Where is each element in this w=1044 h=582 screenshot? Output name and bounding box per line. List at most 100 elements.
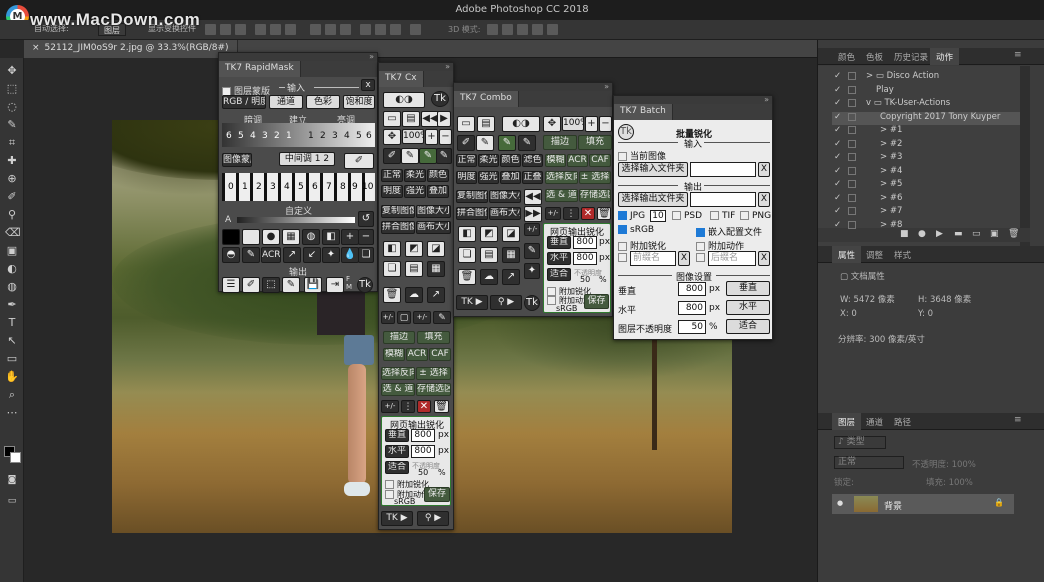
layer-row[interactable]: ● 背景 🔒 bbox=[832, 494, 1014, 514]
action-row[interactable]: ✓ v ▭ TK-User-Actions bbox=[832, 98, 1020, 111]
combo-dots-icon[interactable]: ⋮ bbox=[563, 207, 579, 220]
tone-btn-dark-1[interactable]: 1 bbox=[286, 131, 292, 141]
align-left-icon[interactable] bbox=[255, 24, 266, 35]
zone-9[interactable]: 9 bbox=[352, 182, 358, 192]
clear-suffix-button[interactable]: X bbox=[758, 251, 770, 266]
combo-person-button[interactable]: ⚲ ▶ bbox=[490, 295, 522, 310]
combo-save-selection[interactable]: 存储选区 bbox=[579, 189, 611, 202]
tab-close-icon[interactable]: × bbox=[32, 43, 40, 53]
cx-plusminus[interactable]: +/- bbox=[381, 311, 395, 324]
combo-acr[interactable]: ACR bbox=[567, 154, 588, 167]
cx-overlay[interactable]: 叠加 bbox=[427, 185, 449, 198]
combo-layer-c-icon[interactable]: ◪ bbox=[502, 226, 520, 242]
action-row[interactable]: ✓ > #8 bbox=[832, 220, 1020, 233]
cx-brush-black-icon[interactable]: ✐ bbox=[383, 148, 401, 164]
combo-brush-black-icon[interactable]: ✐ bbox=[457, 135, 475, 151]
drop-icon[interactable]: 💧 bbox=[341, 247, 359, 263]
rapidmask-grip[interactable]: » bbox=[219, 52, 377, 61]
batch-close-icon[interactable]: » bbox=[764, 95, 769, 104]
cx-tk-logo-icon[interactable]: Tk bbox=[431, 91, 449, 107]
combo-filter[interactable]: 滤色 bbox=[522, 154, 543, 167]
cx-opacity-value[interactable]: 50 bbox=[418, 468, 428, 477]
combo-layer-d-icon[interactable]: ❏ bbox=[458, 247, 476, 263]
cx-trash-2-icon[interactable]: 🗑 bbox=[434, 400, 449, 413]
save-icon[interactable]: 💾 bbox=[304, 277, 322, 293]
combo-fit-icon[interactable]: ✥ bbox=[543, 116, 561, 132]
zone-6[interactable]: 6 bbox=[312, 182, 318, 192]
combo-multiply[interactable]: 正叠 bbox=[522, 171, 543, 184]
tab-paths[interactable]: 路径 bbox=[888, 413, 917, 430]
combo-zoom-in-icon[interactable]: + bbox=[585, 116, 598, 132]
tab-color[interactable]: 颜色 bbox=[832, 48, 861, 65]
cx-copy-image[interactable]: 复制图像 bbox=[381, 205, 415, 218]
combo-layer-a-icon[interactable]: ◧ bbox=[458, 226, 476, 242]
marquee-tool-icon[interactable]: ⬚ bbox=[5, 82, 19, 96]
3d-pan-icon[interactable] bbox=[517, 24, 528, 35]
menu-icon[interactable]: ☰ bbox=[222, 277, 240, 293]
combo-next-icon[interactable]: ▶▶ bbox=[524, 206, 542, 222]
eye-mask-icon[interactable]: ◓ bbox=[222, 247, 240, 263]
export-icon[interactable]: ⇥ bbox=[326, 277, 344, 293]
suffix-checkbox[interactable] bbox=[696, 253, 705, 262]
combo-pm-select[interactable]: ± 选择 bbox=[579, 171, 611, 184]
align-middle-icon[interactable] bbox=[220, 24, 231, 35]
combo-layer-b-icon[interactable]: ◩ bbox=[480, 226, 498, 242]
layer-kind-filter[interactable]: ♪ 类型 bbox=[834, 436, 886, 449]
zone-7[interactable]: 7 bbox=[326, 182, 332, 192]
combo-trash-2-icon[interactable]: 🗑 bbox=[458, 269, 476, 285]
distribute-bottom-icon[interactable] bbox=[340, 24, 351, 35]
zoom-tool-icon[interactable]: ⋯ bbox=[5, 406, 19, 420]
tone-btn-dark-2[interactable]: 2 bbox=[274, 131, 280, 141]
embed-profile-checkbox[interactable] bbox=[696, 228, 705, 237]
combo-folder-icon[interactable]: ▭ bbox=[457, 116, 475, 132]
tab-properties[interactable]: 属性 bbox=[832, 246, 862, 263]
combo-dodge-icon[interactable]: ↗ bbox=[502, 269, 520, 285]
zone-10[interactable]: 10 bbox=[362, 182, 373, 192]
rm-close-x[interactable]: x bbox=[361, 79, 375, 91]
brush-tool-icon[interactable]: ✐ bbox=[5, 190, 19, 204]
overlay-icon[interactable]: ◍ bbox=[302, 229, 320, 245]
action-dialog-toggle[interactable] bbox=[848, 112, 856, 121]
tone-btn-light-3[interactable]: 3 bbox=[332, 131, 338, 141]
3d-scale-icon[interactable] bbox=[547, 24, 558, 35]
cx-tk-button[interactable]: TK ▶ bbox=[381, 511, 413, 526]
combo-blur[interactable]: 模糊 bbox=[545, 154, 566, 167]
zone-4[interactable]: 4 bbox=[284, 182, 290, 192]
cx-blur[interactable]: 模糊 bbox=[383, 348, 405, 361]
combo-contrast-icon[interactable]: ◐◑ bbox=[502, 116, 540, 132]
tone-btn-dark-5[interactable]: 5 bbox=[238, 131, 244, 141]
brush-white-icon[interactable]: ✎ bbox=[282, 277, 300, 293]
layers-icon[interactable]: ❏ bbox=[358, 247, 374, 263]
cx-brush-white-icon[interactable]: ✎ bbox=[401, 148, 419, 164]
combo-tab[interactable]: TK7 Combo bbox=[454, 91, 519, 107]
cx-contrast-icon[interactable]: ◐◑ bbox=[383, 92, 425, 108]
cx-zoom-out-icon[interactable]: − bbox=[439, 129, 452, 145]
cx-brightness[interactable]: 明度 bbox=[381, 185, 403, 198]
lasso-tool-icon[interactable]: ◌ bbox=[5, 100, 19, 114]
grid-icon[interactable]: ▦ bbox=[282, 229, 300, 245]
combo-brush-white-icon[interactable]: ✎ bbox=[476, 135, 494, 151]
cx-horizontal-input[interactable]: 800 bbox=[411, 445, 435, 458]
cx-wand-icon[interactable]: ✎ bbox=[433, 311, 451, 324]
cx-caf[interactable]: CAF bbox=[429, 348, 451, 361]
screen-mode-icon[interactable]: ▭ bbox=[5, 494, 19, 508]
transparency-icon[interactable]: ◧ bbox=[322, 229, 340, 245]
gradient-tool-icon[interactable]: ◐ bbox=[5, 262, 19, 276]
combo-wand-icon[interactable]: ✦ bbox=[524, 263, 540, 279]
midtone-3[interactable]: 3 bbox=[329, 157, 335, 167]
combo-zoom-100[interactable]: 100% bbox=[562, 116, 584, 131]
custom-range-slider[interactable] bbox=[237, 217, 355, 223]
action-dialog-toggle[interactable] bbox=[848, 180, 856, 188]
layer-opacity-input[interactable]: 50 bbox=[678, 320, 706, 334]
cx-image-size[interactable]: 图像大小 bbox=[416, 205, 451, 218]
tab-actions[interactable]: 动作 bbox=[930, 48, 960, 65]
combo-pm[interactable]: +/- bbox=[545, 207, 561, 220]
cx-vertical-btn[interactable]: 垂直 bbox=[385, 429, 409, 442]
combo-zoom-out-icon[interactable]: − bbox=[599, 116, 612, 132]
cx-horizontal-btn[interactable]: 水平 bbox=[385, 445, 409, 458]
action-row[interactable]: ✓ > #2 bbox=[832, 139, 1020, 152]
combo-brush-gray-icon[interactable]: ✎ bbox=[518, 135, 536, 151]
background-color[interactable] bbox=[10, 452, 21, 463]
rgb-luminosity-button[interactable]: RGB / 明度 bbox=[222, 95, 266, 109]
batch-grip[interactable]: » bbox=[614, 95, 772, 104]
